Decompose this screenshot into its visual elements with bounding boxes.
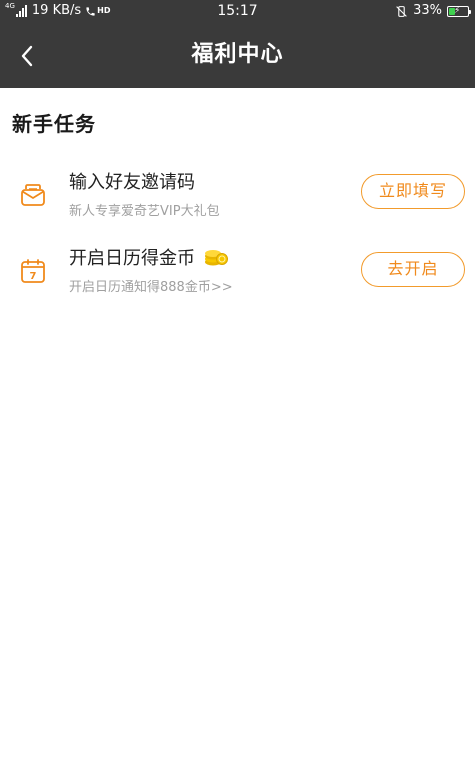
calendar-icon: 7 xyxy=(18,256,48,286)
task-title: 开启日历得金币 xyxy=(69,248,195,269)
task-item-calendar: 7 开启日历得金币 开启日历通知得888金币>> 去开启 xyxy=(0,236,475,306)
fill-in-now-button[interactable]: 立即填写 xyxy=(361,174,465,209)
page-title: 福利中心 xyxy=(191,42,284,67)
calendar-day: 7 xyxy=(30,271,37,282)
gold-coins-icon xyxy=(203,247,229,267)
vibrate-mute-icon xyxy=(395,5,408,18)
charging-bolt-icon: ⚡ xyxy=(454,5,461,16)
enable-button[interactable]: 去开启 xyxy=(361,252,465,287)
section-title: 新手任务 xyxy=(12,112,96,136)
task-title-row: 开启日历得金币 xyxy=(69,244,229,270)
envelope-icon xyxy=(18,180,48,210)
task-description: 新人专享爱奇艺VIP大礼包 xyxy=(69,204,220,219)
status-bar: 4G 19 KB/s HD 15:17 33% ⚡ xyxy=(0,0,475,22)
title-bar: 福利中心 xyxy=(0,22,475,88)
task-item-invite-code: 输入好友邀请码 新人专享爱奇艺VIP大礼包 立即填写 xyxy=(0,160,475,230)
battery-icon: ⚡ xyxy=(447,5,471,17)
task-description: 开启日历通知得888金币>> xyxy=(69,280,233,295)
status-right: 33% ⚡ xyxy=(395,0,471,22)
task-title: 输入好友邀请码 xyxy=(69,172,195,193)
battery-percent: 33% xyxy=(413,3,442,18)
